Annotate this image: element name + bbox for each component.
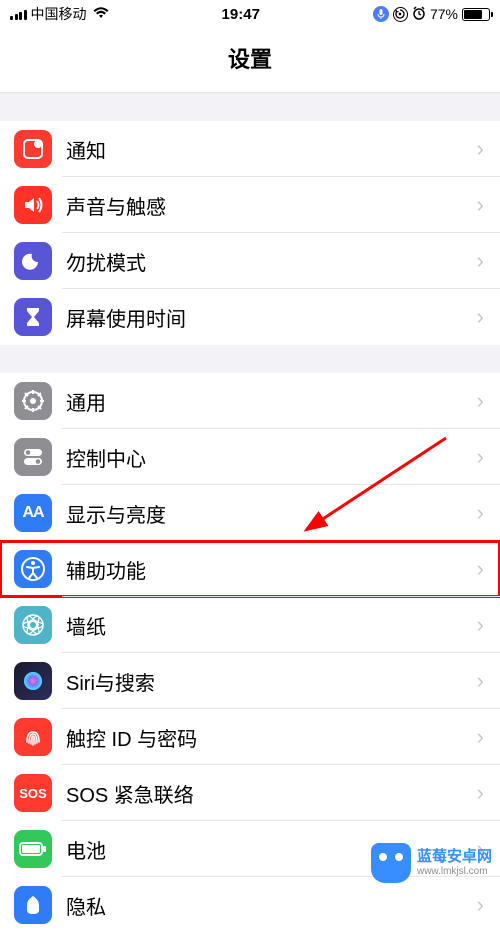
battery-pct: 77% (430, 6, 458, 22)
settings-row-wallpaper[interactable]: 墙纸› (0, 597, 500, 653)
settings-row-label: 勿扰模式 (66, 247, 477, 276)
chevron-right-icon: › (477, 556, 484, 582)
display-icon: AA (14, 494, 52, 532)
accessibility-icon (14, 550, 52, 588)
settings-row-controlcenter[interactable]: 控制中心› (0, 429, 500, 485)
settings-row-accessibility[interactable]: 辅助功能› (0, 541, 500, 597)
page-title: 设置 (0, 28, 500, 93)
touchid-icon (14, 718, 52, 756)
watermark-robot-icon (371, 843, 411, 883)
chevron-right-icon: › (477, 668, 484, 694)
controlcenter-icon (14, 438, 52, 476)
battery-icon (462, 8, 490, 21)
settings-row-touchid[interactable]: 触控 ID 与密码› (0, 709, 500, 765)
settings-group-1: 通知›声音与触感›勿扰模式›屏幕使用时间› (0, 121, 500, 345)
status-right: 77% (373, 6, 490, 23)
settings-row-label: 显示与亮度 (66, 499, 477, 528)
settings-row-notifications[interactable]: 通知› (0, 121, 500, 177)
notifications-icon (14, 130, 52, 168)
screentime-icon (14, 298, 52, 336)
watermark-brand: 蓝莓安卓网 (417, 849, 492, 866)
settings-row-sounds[interactable]: 声音与触感› (0, 177, 500, 233)
settings-row-label: 控制中心 (66, 443, 477, 472)
battery-icon (14, 830, 52, 868)
chevron-right-icon: › (477, 304, 484, 330)
watermark-url: www.lmkjsl.com (417, 866, 492, 877)
settings-row-label: 屏幕使用时间 (66, 303, 477, 332)
wallpaper-icon (14, 606, 52, 644)
sos-icon: SOS (14, 774, 52, 812)
settings-row-label: 声音与触感 (66, 191, 477, 220)
alarm-icon (412, 6, 426, 23)
rotation-lock-icon (393, 7, 408, 22)
settings-row-privacy[interactable]: 隐私› (0, 877, 500, 933)
chevron-right-icon: › (477, 136, 484, 162)
settings-row-general[interactable]: 通用› (0, 373, 500, 429)
chevron-right-icon: › (477, 724, 484, 750)
chevron-right-icon: › (477, 500, 484, 526)
chevron-right-icon: › (477, 444, 484, 470)
watermark: 蓝莓安卓网 www.lmkjsl.com (371, 843, 492, 883)
chevron-right-icon: › (477, 192, 484, 218)
chevron-right-icon: › (477, 248, 484, 274)
chevron-right-icon: › (477, 388, 484, 414)
sounds-icon (14, 186, 52, 224)
settings-row-label: SOS 紧急联络 (66, 779, 477, 808)
siri-icon (14, 662, 52, 700)
status-left: 中国移动 (10, 4, 109, 24)
status-bar: 中国移动 19:47 77% (0, 0, 500, 28)
settings-row-label: 隐私 (66, 891, 477, 920)
settings-row-label: 通用 (66, 387, 477, 416)
dnd-icon (14, 242, 52, 280)
general-icon (14, 382, 52, 420)
privacy-icon (14, 886, 52, 924)
chevron-right-icon: › (477, 612, 484, 638)
wifi-icon (93, 6, 109, 22)
chevron-right-icon: › (477, 780, 484, 806)
signal-icon (10, 8, 27, 20)
settings-row-label: 触控 ID 与密码 (66, 723, 477, 752)
status-time: 19:47 (222, 6, 260, 23)
settings-row-label: 通知 (66, 135, 477, 164)
carrier-label: 中国移动 (31, 4, 87, 24)
settings-row-display[interactable]: AA 显示与亮度› (0, 485, 500, 541)
chevron-right-icon: › (477, 892, 484, 918)
settings-row-label: 墙纸 (66, 611, 477, 640)
settings-row-screentime[interactable]: 屏幕使用时间› (0, 289, 500, 345)
settings-row-sos[interactable]: SOS SOS 紧急联络› (0, 765, 500, 821)
settings-row-dnd[interactable]: 勿扰模式› (0, 233, 500, 289)
voice-control-icon (373, 6, 389, 22)
settings-row-label: Siri与搜索 (66, 667, 477, 696)
settings-row-siri[interactable]: Siri与搜索› (0, 653, 500, 709)
settings-row-label: 辅助功能 (66, 555, 477, 584)
